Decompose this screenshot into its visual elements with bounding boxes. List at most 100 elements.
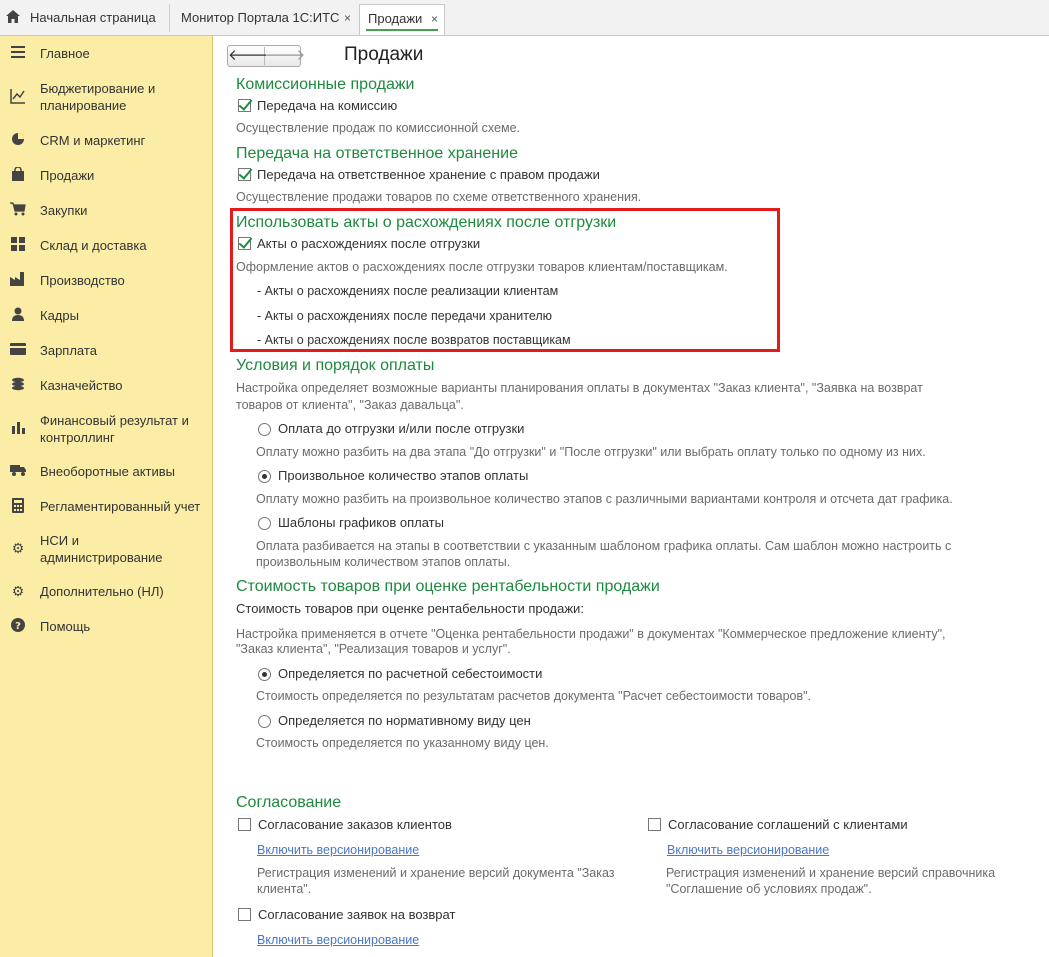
section-heading-acts: Использовать акты о расхождениях после о… [236, 214, 617, 231]
section-heading-approval: Согласование [236, 794, 342, 811]
menu-lines-icon [9, 45, 27, 63]
custody-note: Осуществление продажи товаров по схеме о… [236, 190, 642, 204]
svg-text:?: ? [15, 621, 21, 632]
payment-option-note: Оплату можно разбить на два этапа "До от… [256, 445, 926, 459]
tab-sales[interactable]: Продажи × [359, 4, 445, 35]
sidebar: Главное Бюджетирование и планирование CR… [0, 36, 213, 957]
approve-agreements-label: Согласование соглашений с клиентами [668, 817, 908, 832]
enable-versioning-link[interactable]: Включить версионирование [257, 933, 419, 947]
sidebar-item-label: Производство [40, 273, 125, 288]
payment-option-label: Шаблоны графиков оплаты [278, 515, 444, 530]
cost-note: "Заказ клиента", "Реализация товаров и у… [236, 642, 511, 656]
custody-checkbox[interactable] [238, 168, 251, 181]
coins-icon [9, 377, 27, 395]
grid-boxes-icon [9, 237, 27, 255]
payment-note: товаров от клиента", "Заказ давальца". [236, 398, 464, 412]
forward-arrow-icon[interactable]: 🡒 [265, 47, 305, 65]
commission-checkbox-label: Передача на комиссию [257, 98, 398, 113]
payment-option-radio[interactable] [258, 517, 271, 530]
close-icon[interactable]: × [344, 4, 351, 32]
approve-orders-note: Регистрация изменений и хранение версий … [257, 866, 615, 880]
enable-versioning-link[interactable]: Включить версионирование [667, 843, 829, 857]
sidebar-item-label: Продажи [40, 168, 95, 183]
sidebar-item-label: НСИ и администрирование [40, 533, 163, 565]
person-icon [9, 307, 27, 325]
sidebar-item-label: Склад и доставка [40, 238, 147, 253]
calculator-icon [9, 498, 27, 516]
sidebar-item-label: Дополнительно (НЛ) [40, 584, 164, 599]
factory-icon [9, 272, 27, 290]
custody-checkbox-label: Передача на ответственное хранение с пра… [257, 167, 600, 182]
payment-option-note: Оплата разбивается на этапы в соответств… [256, 539, 952, 553]
home-icon [6, 5, 22, 33]
payment-option-label: Оплата до отгрузки и/или после отгрузки [278, 421, 525, 436]
pie-chart-icon [9, 132, 27, 150]
cart-icon [9, 202, 27, 220]
payment-option-radio[interactable] [258, 423, 271, 436]
card-icon [9, 342, 27, 360]
gear-outline-icon: ⚙ [11, 583, 25, 599]
sidebar-item-label: Кадры [40, 308, 79, 323]
approve-returns-label: Согласование заявок на возврат [258, 907, 456, 922]
sidebar-item-label: CRM и маркетинг [40, 133, 146, 148]
gear-icon: ⚙ [11, 540, 25, 556]
sidebar-item-label: Внеоборотные активы [40, 464, 176, 479]
cost-option-note: Стоимость определяется по результатам ра… [256, 689, 812, 703]
payment-note: Настройка определяет возможные варианты … [236, 381, 923, 395]
approve-orders-checkbox[interactable] [238, 818, 251, 831]
main-content: 🡐 🡒 Продажи Комиссионные продажи Передач… [214, 36, 1049, 957]
cost-label: Стоимость товаров при оценке рентабельно… [236, 601, 584, 616]
sidebar-item-label: Главное [40, 46, 90, 61]
section-heading-cost: Стоимость товаров при оценке рентабельно… [236, 578, 660, 595]
approve-agreements-checkbox[interactable] [648, 818, 661, 831]
acts-list-item: - Акты о расхождениях после реализации к… [257, 284, 559, 298]
section-heading-commission: Комиссионные продажи [236, 76, 415, 93]
acts-list-item: - Акты о расхождениях после передачи хра… [257, 309, 553, 323]
payment-option-note: Оплату можно разбить на произвольное кол… [256, 492, 953, 506]
shopping-bag-icon [9, 166, 27, 185]
cost-option-radio[interactable] [258, 668, 271, 681]
budget-chart-icon [9, 88, 27, 106]
back-arrow-icon[interactable]: 🡐 [228, 47, 268, 65]
enable-versioning-link[interactable]: Включить версионирование [257, 843, 419, 857]
payment-option-note: произвольным количеством этапов оплаты. [256, 555, 511, 569]
approve-agreements-note: "Соглашение об условиях продаж". [666, 882, 872, 896]
tab-home[interactable]: Начальная страница [0, 4, 168, 32]
tab-monitor-label: Монитор Портала 1С:ИТС [181, 10, 340, 25]
bar-chart-icon [9, 420, 27, 438]
tab-home-label: Начальная страница [30, 10, 156, 25]
acts-checkbox-label: Акты о расхождениях после отгрузки [257, 236, 481, 251]
tab-bar: Начальная страница Монитор Портала 1С:ИТ… [0, 0, 1049, 36]
payment-option-radio[interactable] [258, 470, 271, 483]
payment-option-label: Произвольное количество этапов оплаты [278, 468, 529, 483]
sidebar-item-label: Регламентированный учет [40, 499, 201, 514]
cost-option-radio[interactable] [258, 715, 271, 728]
nav-buttons: 🡐 🡒 [227, 45, 305, 67]
commission-note: Осуществление продаж по комиссионной схе… [236, 121, 520, 135]
sidebar-item-label: Закупки [40, 203, 88, 218]
section-heading-payment: Условия и порядок оплаты [236, 357, 435, 374]
cost-option-note: Стоимость определяется по указанному вид… [256, 736, 549, 750]
truck-icon [9, 463, 27, 481]
help-icon: ? [9, 618, 27, 636]
sidebar-item-label: Помощь [40, 619, 91, 634]
sidebar-item-label: Финансовый результат и контроллинг [40, 413, 189, 445]
active-tab-indicator [366, 29, 438, 31]
sidebar-item-label: Зарплата [40, 343, 97, 358]
tab-sales-label: Продажи [368, 11, 423, 26]
approve-agreements-note: Регистрация изменений и хранение версий … [666, 866, 996, 880]
tab-monitor[interactable]: Монитор Портала 1С:ИТС × [169, 4, 357, 32]
section-heading-custody: Передача на ответственное хранение [236, 145, 518, 162]
acts-note: Оформление актов о расхождениях после от… [236, 260, 728, 274]
sidebar-item-label: Бюджетирование и планирование [40, 81, 156, 113]
approve-returns-checkbox[interactable] [238, 908, 251, 921]
cost-option-label: Определяется по нормативному виду цен [278, 713, 531, 728]
cost-option-label: Определяется по расчетной себестоимости [278, 666, 543, 681]
acts-list-item: - Акты о расхождениях после возвратов по… [257, 333, 571, 347]
approve-orders-label: Согласование заказов клиентов [258, 817, 452, 832]
page-title: Продажи [344, 44, 424, 65]
sidebar-item-label: Казначейство [40, 378, 123, 393]
approve-orders-note: клиента". [257, 882, 312, 896]
acts-checkbox[interactable] [238, 237, 251, 250]
commission-checkbox[interactable] [238, 99, 251, 112]
